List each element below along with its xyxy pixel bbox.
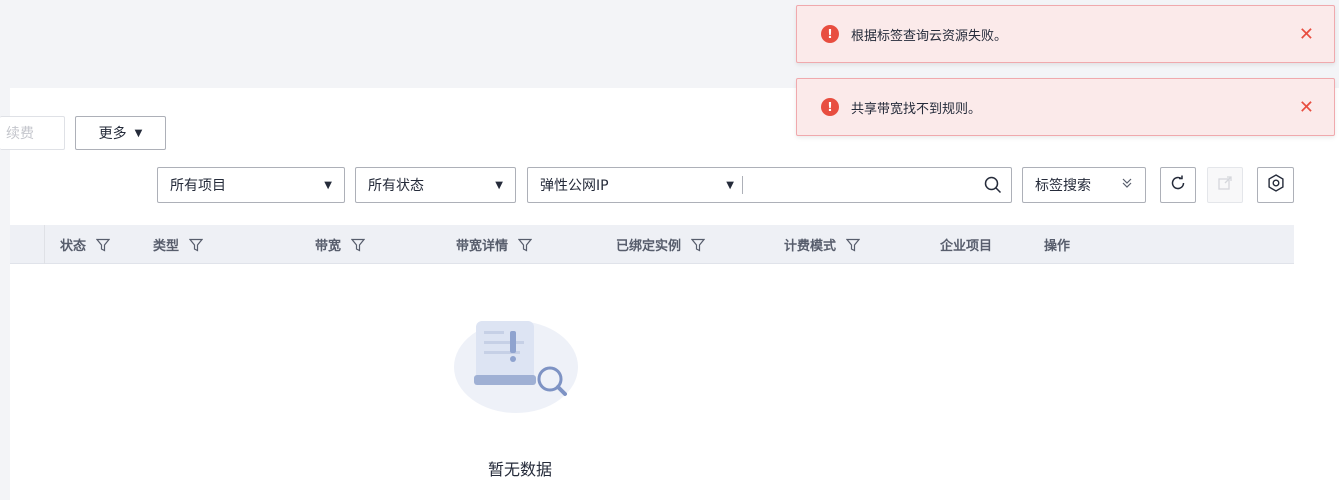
error-notification: ! 共享带宽找不到规则。 ✕ [796, 78, 1335, 136]
project-select-value: 所有项目 [170, 178, 226, 194]
more-button-label: 更多 [98, 126, 127, 142]
renew-button-label: 续费 [6, 126, 34, 142]
search-input[interactable] [743, 169, 975, 201]
caret-down-icon: ▼ [495, 179, 503, 191]
column-label: 带宽详情 [456, 239, 509, 254]
refresh-button[interactable] [1160, 167, 1196, 203]
column-label: 企业项目 [940, 239, 993, 254]
caret-down-icon: ▼ [134, 127, 143, 139]
close-icon[interactable]: ✕ [1299, 24, 1314, 45]
type-select[interactable]: 弹性公网IP ▼ [540, 175, 742, 195]
column-bandwidth[interactable]: 带宽 [315, 225, 366, 264]
error-notification: ! 根据标签查询云资源失败。 ✕ [796, 5, 1335, 63]
filter-icon[interactable] [518, 238, 533, 252]
column-operations: 操作 [1044, 225, 1070, 264]
caret-down-icon: ▼ [726, 179, 734, 191]
tag-search-button[interactable]: 标签搜索 [1022, 167, 1146, 203]
filter-icon[interactable] [189, 238, 204, 252]
column-status[interactable]: 状态 [60, 225, 111, 264]
close-icon[interactable]: ✕ [1299, 97, 1314, 118]
column-label: 计费模式 [784, 239, 837, 254]
error-icon: ! [821, 98, 839, 116]
double-chevron-down-icon [1121, 177, 1133, 193]
column-divider [44, 225, 45, 264]
column-label: 类型 [153, 239, 180, 254]
more-button[interactable]: 更多 ▼ [75, 116, 166, 150]
status-select-value: 所有状态 [368, 178, 424, 194]
empty-state-text: 暂无数据 [487, 460, 552, 479]
gear-icon [1266, 173, 1286, 197]
column-billing-mode[interactable]: 计费模式 [784, 225, 861, 264]
empty-state-illustration [450, 305, 585, 417]
tag-search-label: 标签搜索 [1035, 178, 1091, 194]
search-box[interactable]: 弹性公网IP ▼ [527, 167, 1012, 203]
filter-icon[interactable] [846, 238, 861, 252]
column-bound-instance[interactable]: 已绑定实例 [616, 225, 706, 264]
column-label: 已绑定实例 [616, 239, 682, 254]
export-button[interactable] [1207, 167, 1243, 203]
filter-icon[interactable] [351, 238, 366, 252]
notification-message: 共享带宽找不到规则。 [851, 101, 982, 117]
error-icon: ! [821, 25, 839, 43]
project-select[interactable]: 所有项目 ▼ [157, 167, 345, 203]
column-label: 状态 [60, 239, 87, 254]
column-label: 带宽 [315, 239, 342, 254]
column-enterprise-project: 企业项目 [940, 225, 992, 264]
filter-icon[interactable] [691, 238, 706, 252]
notification-message: 根据标签查询云资源失败。 [851, 28, 1008, 44]
status-select[interactable]: 所有状态 ▼ [355, 167, 516, 203]
refresh-icon [1169, 174, 1187, 196]
caret-down-icon: ▼ [324, 179, 332, 191]
column-type[interactable]: 类型 [153, 225, 204, 264]
main-panel [10, 88, 1339, 500]
search-icon[interactable] [975, 176, 1011, 194]
renew-button[interactable]: 续费 [0, 116, 65, 150]
table-header: 状态 类型 带宽 带宽详情 已绑定实例 计费模式 企业项目 操作 [10, 225, 1294, 264]
type-select-value: 弹性公网IP [540, 178, 609, 194]
column-bandwidth-details[interactable]: 带宽详情 [456, 225, 533, 264]
settings-button[interactable] [1257, 167, 1294, 203]
filter-icon[interactable] [96, 238, 111, 252]
column-label: 操作 [1044, 239, 1071, 254]
export-icon [1216, 174, 1234, 196]
